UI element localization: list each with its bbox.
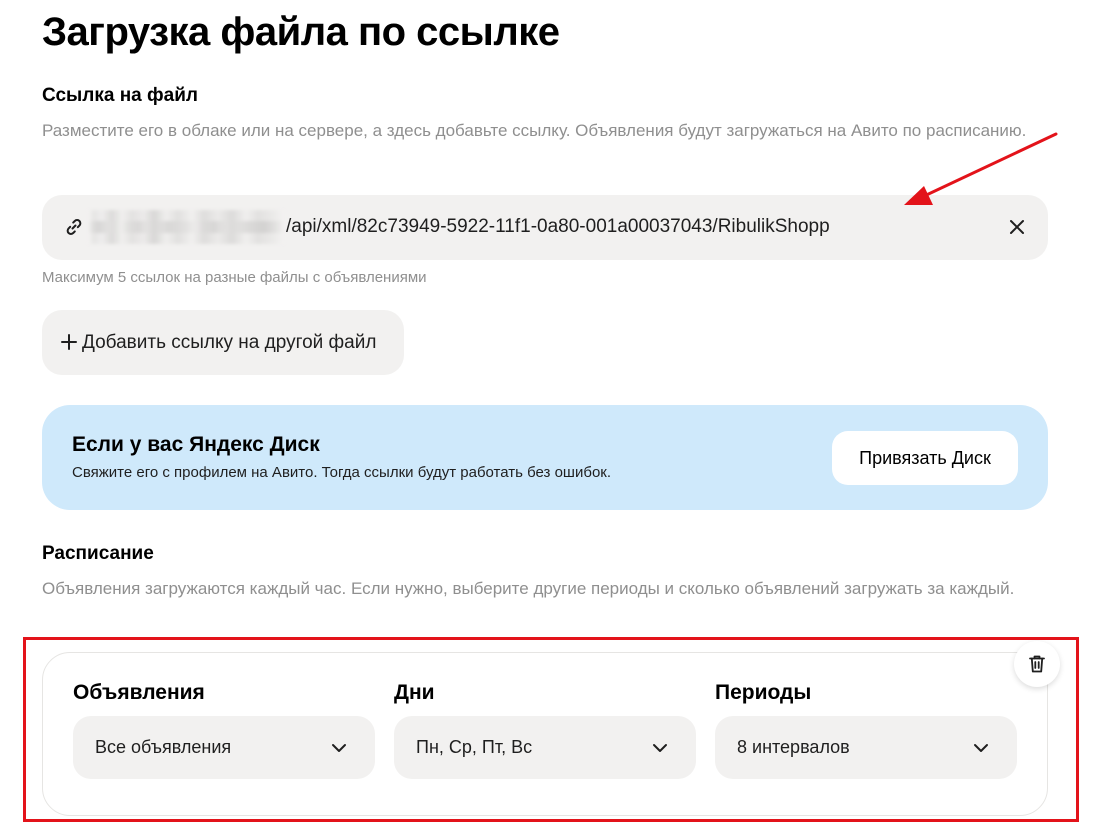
add-link-label: Добавить ссылку на другой файл	[82, 332, 377, 353]
plus-icon	[60, 333, 78, 351]
page-title: Загрузка файла по ссылке	[42, 10, 560, 54]
file-link-description: Разместите его в облаке или на сервере, …	[42, 121, 1027, 140]
yandex-disk-banner: Если у вас Яндекс Диск Свяжите его с про…	[42, 405, 1048, 510]
link-icon	[64, 217, 84, 237]
links-limit-hint: Максимум 5 ссылок на разные файлы с объя…	[42, 269, 427, 286]
file-link-value: /api/xml/82c73949-5922-11f1-0a80-001a000…	[286, 216, 830, 237]
file-link-input[interactable]: /api/xml/82c73949-5922-11f1-0a80-001a000…	[42, 195, 1048, 260]
annotation-highlight-box	[23, 637, 1079, 822]
schedule-description: Объявления загружаются каждый час. Если …	[42, 579, 1015, 598]
schedule-title: Расписание	[42, 543, 154, 564]
blurred-domain	[88, 210, 284, 244]
close-icon[interactable]	[1008, 218, 1026, 236]
yandex-disk-subtitle: Свяжите его с профилем на Авито. Тогда с…	[72, 464, 612, 481]
add-link-button[interactable]: Добавить ссылку на другой файл	[42, 310, 404, 375]
link-disk-button[interactable]: Привязать Диск	[832, 431, 1018, 485]
yandex-disk-title: Если у вас Яндекс Диск	[72, 433, 320, 456]
file-link-title: Ссылка на файл	[42, 85, 198, 106]
